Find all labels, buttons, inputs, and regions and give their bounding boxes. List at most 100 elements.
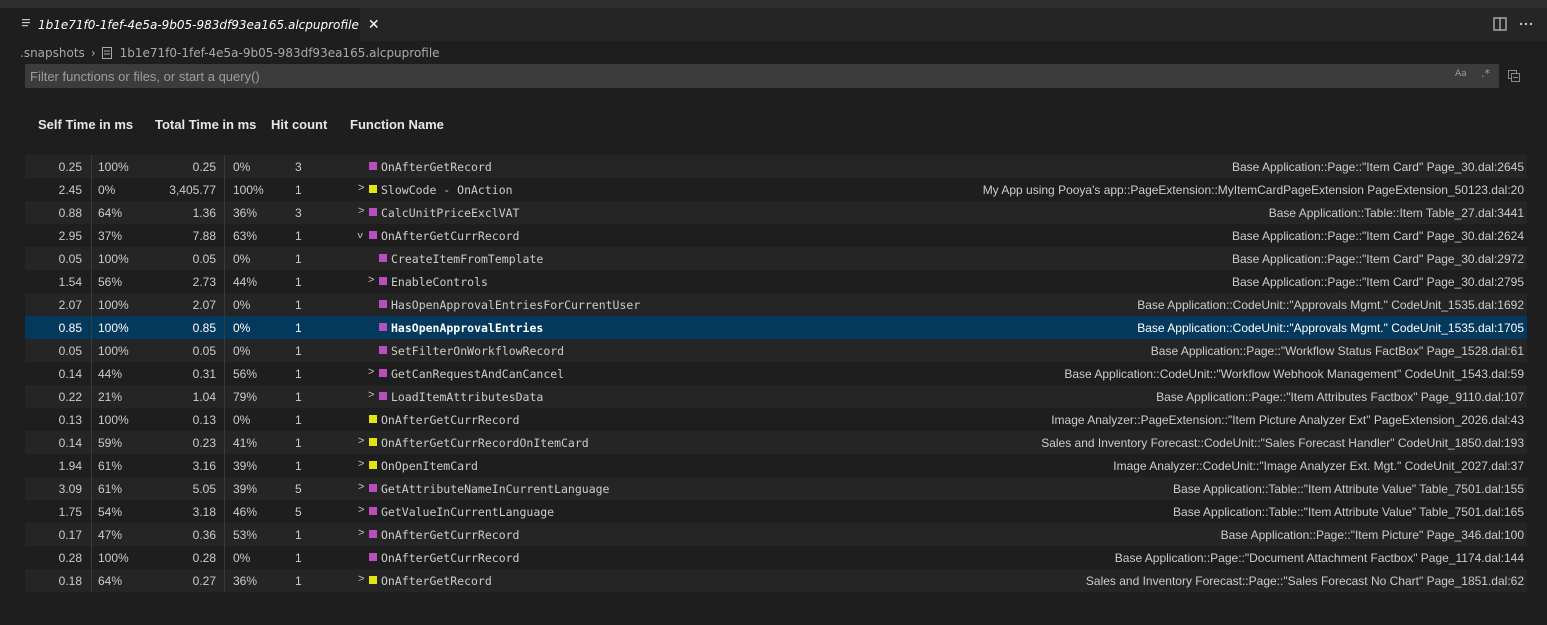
table-row[interactable]: 2.07 100% 2.07 0% 1 HasOpenApprovalEntriesFor…: [25, 293, 1527, 316]
header-self-time[interactable]: Self Time in ms: [38, 117, 133, 132]
function-name[interactable]: GetCanRequestAndCanCancel: [391, 367, 564, 381]
chevron-right-icon[interactable]: >: [358, 182, 364, 194]
chevron-right-icon[interactable]: >: [368, 366, 374, 378]
app-color-marker: [369, 461, 377, 469]
function-name[interactable]: OnAfterGetCurrRecord: [381, 528, 519, 542]
header-hit-count[interactable]: Hit count: [271, 117, 327, 132]
source-location[interactable]: Base Application::Page::"Item Card" Page…: [1232, 229, 1524, 243]
function-name[interactable]: HasOpenApprovalEntries: [391, 321, 543, 335]
function-name[interactable]: LoadItemAttributesData: [391, 390, 543, 404]
editor-tab[interactable]: 1b1e71f0-1fef-4e5a-9b05-983df93ea165.alc…: [8, 8, 380, 41]
hit-count: 5: [295, 505, 302, 519]
chevron-right-icon[interactable]: >: [368, 389, 374, 401]
function-name[interactable]: SlowCode - OnAction: [381, 183, 513, 197]
total-time-ms: 0.85: [192, 321, 216, 335]
chevron-right-icon[interactable]: >: [368, 274, 374, 286]
chevron-right-icon[interactable]: >: [358, 458, 364, 470]
app-color-marker: [369, 231, 377, 239]
header-function-name[interactable]: Function Name: [350, 117, 444, 132]
table-row[interactable]: 2.45 0% 3,405.77 100% 1 > SlowCode - OnAction M…: [25, 178, 1527, 201]
total-time-percent: 0%: [233, 298, 251, 312]
close-icon[interactable]: ✕: [368, 18, 380, 32]
chevron-right-icon[interactable]: >: [358, 481, 364, 493]
function-name[interactable]: OnAfterGetRecord: [381, 574, 492, 588]
source-location[interactable]: Base Application::Page::"Item Attributes…: [1156, 390, 1524, 404]
function-name[interactable]: HasOpenApprovalEntriesForCurrentUser: [391, 298, 640, 312]
table-row[interactable]: 1.54 56% 2.73 44% 1 > EnableControls Base Appli…: [25, 270, 1527, 293]
source-location[interactable]: My App using Pooya's app::PageExtension:…: [983, 183, 1524, 197]
source-location[interactable]: Base Application::CodeUnit::"Approvals M…: [1137, 321, 1524, 335]
function-name[interactable]: EnableControls: [391, 275, 488, 289]
table-row[interactable]: 0.85 100% 0.85 0% 1 HasOpenApprovalEntries Bas…: [25, 316, 1527, 339]
function-name[interactable]: OnAfterGetCurrRecord: [381, 229, 519, 243]
table-row[interactable]: 2.95 37% 7.88 63% 1 v OnAfterGetCurrRecord Base…: [25, 224, 1527, 247]
collapse-all-icon[interactable]: [1508, 70, 1520, 82]
function-name[interactable]: GetValueInCurrentLanguage: [381, 505, 554, 519]
source-location[interactable]: Base Application::Page::"Item Picture" P…: [1221, 528, 1524, 542]
function-name[interactable]: CreateItemFromTemplate: [391, 252, 543, 266]
hit-count: 1: [295, 275, 302, 289]
regex-toggle[interactable]: .*: [1481, 67, 1490, 80]
chevron-right-icon[interactable]: >: [358, 435, 364, 447]
column-divider: [91, 270, 92, 293]
source-location[interactable]: Sales and Inventory Forecast::Page::"Sal…: [1086, 574, 1524, 588]
source-location[interactable]: Base Application::Page::"Item Card" Page…: [1232, 160, 1524, 174]
table-row[interactable]: 0.25 100% 0.25 0% 3 OnAfterGetRecord Base Appl…: [25, 155, 1527, 178]
source-location[interactable]: Base Application::Table::Item Table_27.d…: [1269, 206, 1524, 220]
total-time-percent: 63%: [233, 229, 258, 243]
function-name[interactable]: GetAttributeNameInCurrentLanguage: [381, 482, 609, 496]
table-row[interactable]: 0.22 21% 1.04 79% 1 > LoadItemAttributesData Ba…: [25, 385, 1527, 408]
self-time-percent: 100%: [98, 344, 129, 358]
function-name[interactable]: OnAfterGetRecord: [381, 160, 492, 174]
self-time-percent: 47%: [98, 528, 123, 542]
source-location[interactable]: Image Analyzer::PageExtension::"Item Pic…: [1051, 413, 1524, 427]
function-name[interactable]: OnAfterGetCurrRecord: [381, 413, 519, 427]
self-time-ms: 0.17: [58, 528, 82, 542]
source-location[interactable]: Sales and Inventory Forecast::CodeUnit::…: [1041, 436, 1524, 450]
filter-input[interactable]: [25, 64, 1430, 88]
source-location[interactable]: Base Application::Page::"Item Card" Page…: [1232, 275, 1524, 289]
table-row[interactable]: 0.88 64% 1.36 36% 3 > CalcUnitPriceExclVAT Base…: [25, 201, 1527, 224]
table-row[interactable]: 0.05 100% 0.05 0% 1 SetFilterOnWorkflowRecord…: [25, 339, 1527, 362]
breadcrumb-folder[interactable]: .snapshots: [20, 46, 85, 60]
chevron-right-icon[interactable]: >: [358, 205, 364, 217]
function-name[interactable]: CalcUnitPriceExclVAT: [381, 206, 519, 220]
chevron-right-icon[interactable]: >: [358, 504, 364, 516]
source-location[interactable]: Base Application::Page::"Document Attach…: [1115, 551, 1524, 565]
table-row[interactable]: 0.14 44% 0.31 56% 1 > GetCanRequestAndCanCance…: [25, 362, 1527, 385]
table-row[interactable]: 0.28 100% 0.28 0% 1 OnAfterGetCurrRecord Base …: [25, 546, 1527, 569]
total-time-ms: 0.23: [192, 436, 216, 450]
chevron-right-icon[interactable]: >: [358, 573, 364, 585]
chevron-right-icon[interactable]: >: [358, 527, 364, 539]
table-row[interactable]: 0.18 64% 0.27 36% 1 > OnAfterGetRecord Sales an…: [25, 569, 1527, 592]
column-divider: [224, 270, 225, 293]
chevron-down-icon[interactable]: v: [358, 230, 363, 240]
total-time-ms: 0.25: [192, 160, 216, 174]
function-name[interactable]: OnAfterGetCurrRecordOnItemCard: [381, 436, 589, 450]
table-row[interactable]: 1.75 54% 3.18 46% 5 > GetValueInCurrentLanguag…: [25, 500, 1527, 523]
column-divider: [224, 477, 225, 500]
breadcrumb-file[interactable]: 1b1e71f0-1fef-4e5a-9b05-983df93ea165.alc…: [120, 46, 440, 60]
breadcrumb: .snapshots › 1b1e71f0-1fef-4e5a-9b05-983…: [20, 44, 440, 62]
table-row[interactable]: 0.17 47% 0.36 53% 1 > OnAfterGetCurrRecord Base…: [25, 523, 1527, 546]
split-editor-icon[interactable]: [1493, 17, 1507, 35]
source-location[interactable]: Base Application::CodeUnit::"Approvals M…: [1137, 298, 1524, 312]
source-location[interactable]: Base Application::CodeUnit::"Workflow We…: [1064, 367, 1524, 381]
match-case-toggle[interactable]: Aa: [1455, 69, 1467, 79]
header-total-time[interactable]: Total Time in ms: [155, 117, 256, 132]
function-name[interactable]: OnAfterGetCurrRecord: [381, 551, 519, 565]
source-location[interactable]: Base Application::Table::"Item Attribute…: [1173, 505, 1524, 519]
table-row[interactable]: 0.14 59% 0.23 41% 1 > OnAfterGetCurrRecordOnIt…: [25, 431, 1527, 454]
table-row[interactable]: 0.05 100% 0.05 0% 1 CreateItemFromTemplate Bas…: [25, 247, 1527, 270]
source-location[interactable]: Base Application::Page::"Item Card" Page…: [1232, 252, 1524, 266]
app-color-marker: [369, 553, 377, 561]
table-row[interactable]: 1.94 61% 3.16 39% 1 > OnOpenItemCard Image Anal…: [25, 454, 1527, 477]
function-name[interactable]: SetFilterOnWorkflowRecord: [391, 344, 564, 358]
table-row[interactable]: 3.09 61% 5.05 39% 5 > GetAttributeNameInCurren…: [25, 477, 1527, 500]
more-actions-icon[interactable]: [1519, 17, 1533, 35]
function-name[interactable]: OnOpenItemCard: [381, 459, 478, 473]
source-location[interactable]: Base Application::Table::"Item Attribute…: [1173, 482, 1524, 496]
source-location[interactable]: Image Analyzer::CodeUnit::"Image Analyze…: [1113, 459, 1524, 473]
table-row[interactable]: 0.13 100% 0.13 0% 1 OnAfterGetCurrRecord Image…: [25, 408, 1527, 431]
source-location[interactable]: Base Application::Page::"Workflow Status…: [1151, 344, 1524, 358]
